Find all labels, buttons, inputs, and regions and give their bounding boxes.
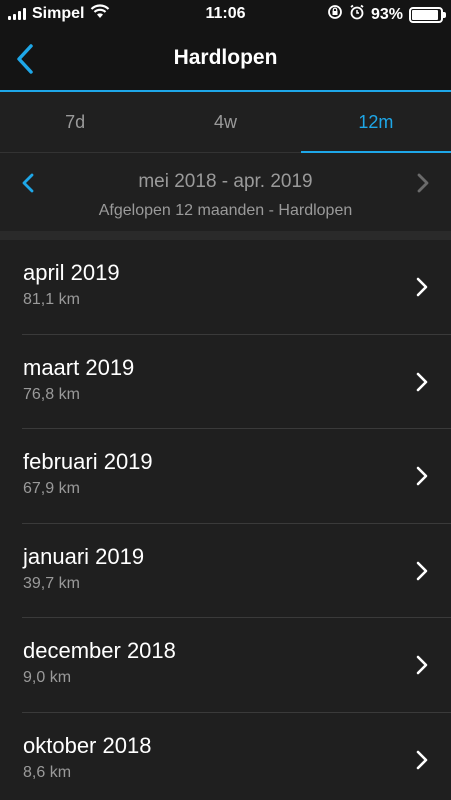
period-subtitle: Afgelopen 12 maanden - Hardlopen — [98, 202, 353, 219]
chevron-right-icon — [413, 747, 431, 773]
tab-7d[interactable]: 7d — [0, 92, 150, 152]
chevron-right-icon — [413, 274, 431, 300]
list-item[interactable]: januari 2019 39,7 km — [0, 524, 451, 619]
month-title: april 2019 — [23, 260, 120, 285]
battery-fill — [412, 9, 439, 20]
tab-4w[interactable]: 4w — [150, 92, 300, 152]
chevron-right-icon — [413, 463, 431, 489]
list-item[interactable]: december 2018 9,0 km — [0, 618, 451, 713]
nav-bar: Hardlopen — [0, 30, 451, 92]
list-item[interactable]: maart 2019 76,8 km — [0, 335, 451, 430]
month-title: oktober 2018 — [23, 732, 152, 758]
month-distance: 81,1 km — [23, 291, 80, 308]
tab-label: 4w — [213, 111, 237, 132]
next-period-button[interactable] — [411, 169, 435, 197]
month-list: april 2019 81,1 km maart 2019 76,8 km fe… — [0, 240, 451, 800]
month-title: januari 2019 — [23, 543, 145, 569]
tab-12m[interactable]: 12m — [300, 92, 451, 153]
month-distance: 67,9 km — [23, 480, 80, 497]
period-range: mei 2018 - apr. 2019 — [138, 171, 313, 192]
screen: Simpel 11:06 93% Hardlopen 7d 4w 12m mei… — [0, 0, 451, 800]
chevron-right-icon — [413, 558, 431, 584]
month-distance: 39,7 km — [23, 574, 80, 592]
section-divider — [0, 231, 451, 240]
month-title: december 2018 — [23, 638, 176, 663]
list-item[interactable]: februari 2019 67,9 km — [0, 429, 451, 524]
month-distance: 8,6 km — [23, 763, 72, 781]
page-title: Hardlopen — [173, 46, 278, 69]
tab-label: 12m — [358, 111, 394, 132]
list-item[interactable]: april 2019 81,1 km — [0, 240, 451, 335]
tab-label: 7d — [65, 111, 86, 132]
chevron-right-icon — [413, 369, 431, 395]
chevron-right-icon — [413, 652, 431, 678]
battery-percent: 93% — [370, 5, 403, 23]
status-right: 93% — [327, 4, 446, 25]
month-title: maart 2019 — [23, 354, 135, 380]
month-distance: 9,0 km — [23, 669, 72, 686]
rotation-lock-icon — [327, 4, 343, 25]
alarm-icon — [349, 4, 365, 25]
period-tabs: 7d 4w 12m — [0, 92, 451, 153]
period-selector: mei 2018 - apr. 2019 Afgelopen 12 maande… — [0, 153, 451, 231]
battery-icon — [409, 6, 446, 23]
chevron-right-icon — [417, 173, 429, 193]
month-distance: 76,8 km — [23, 385, 80, 403]
list-item[interactable]: oktober 2018 8,6 km — [0, 713, 451, 800]
month-title: februari 2019 — [23, 449, 153, 474]
status-bar: Simpel 11:06 93% — [0, 0, 451, 30]
